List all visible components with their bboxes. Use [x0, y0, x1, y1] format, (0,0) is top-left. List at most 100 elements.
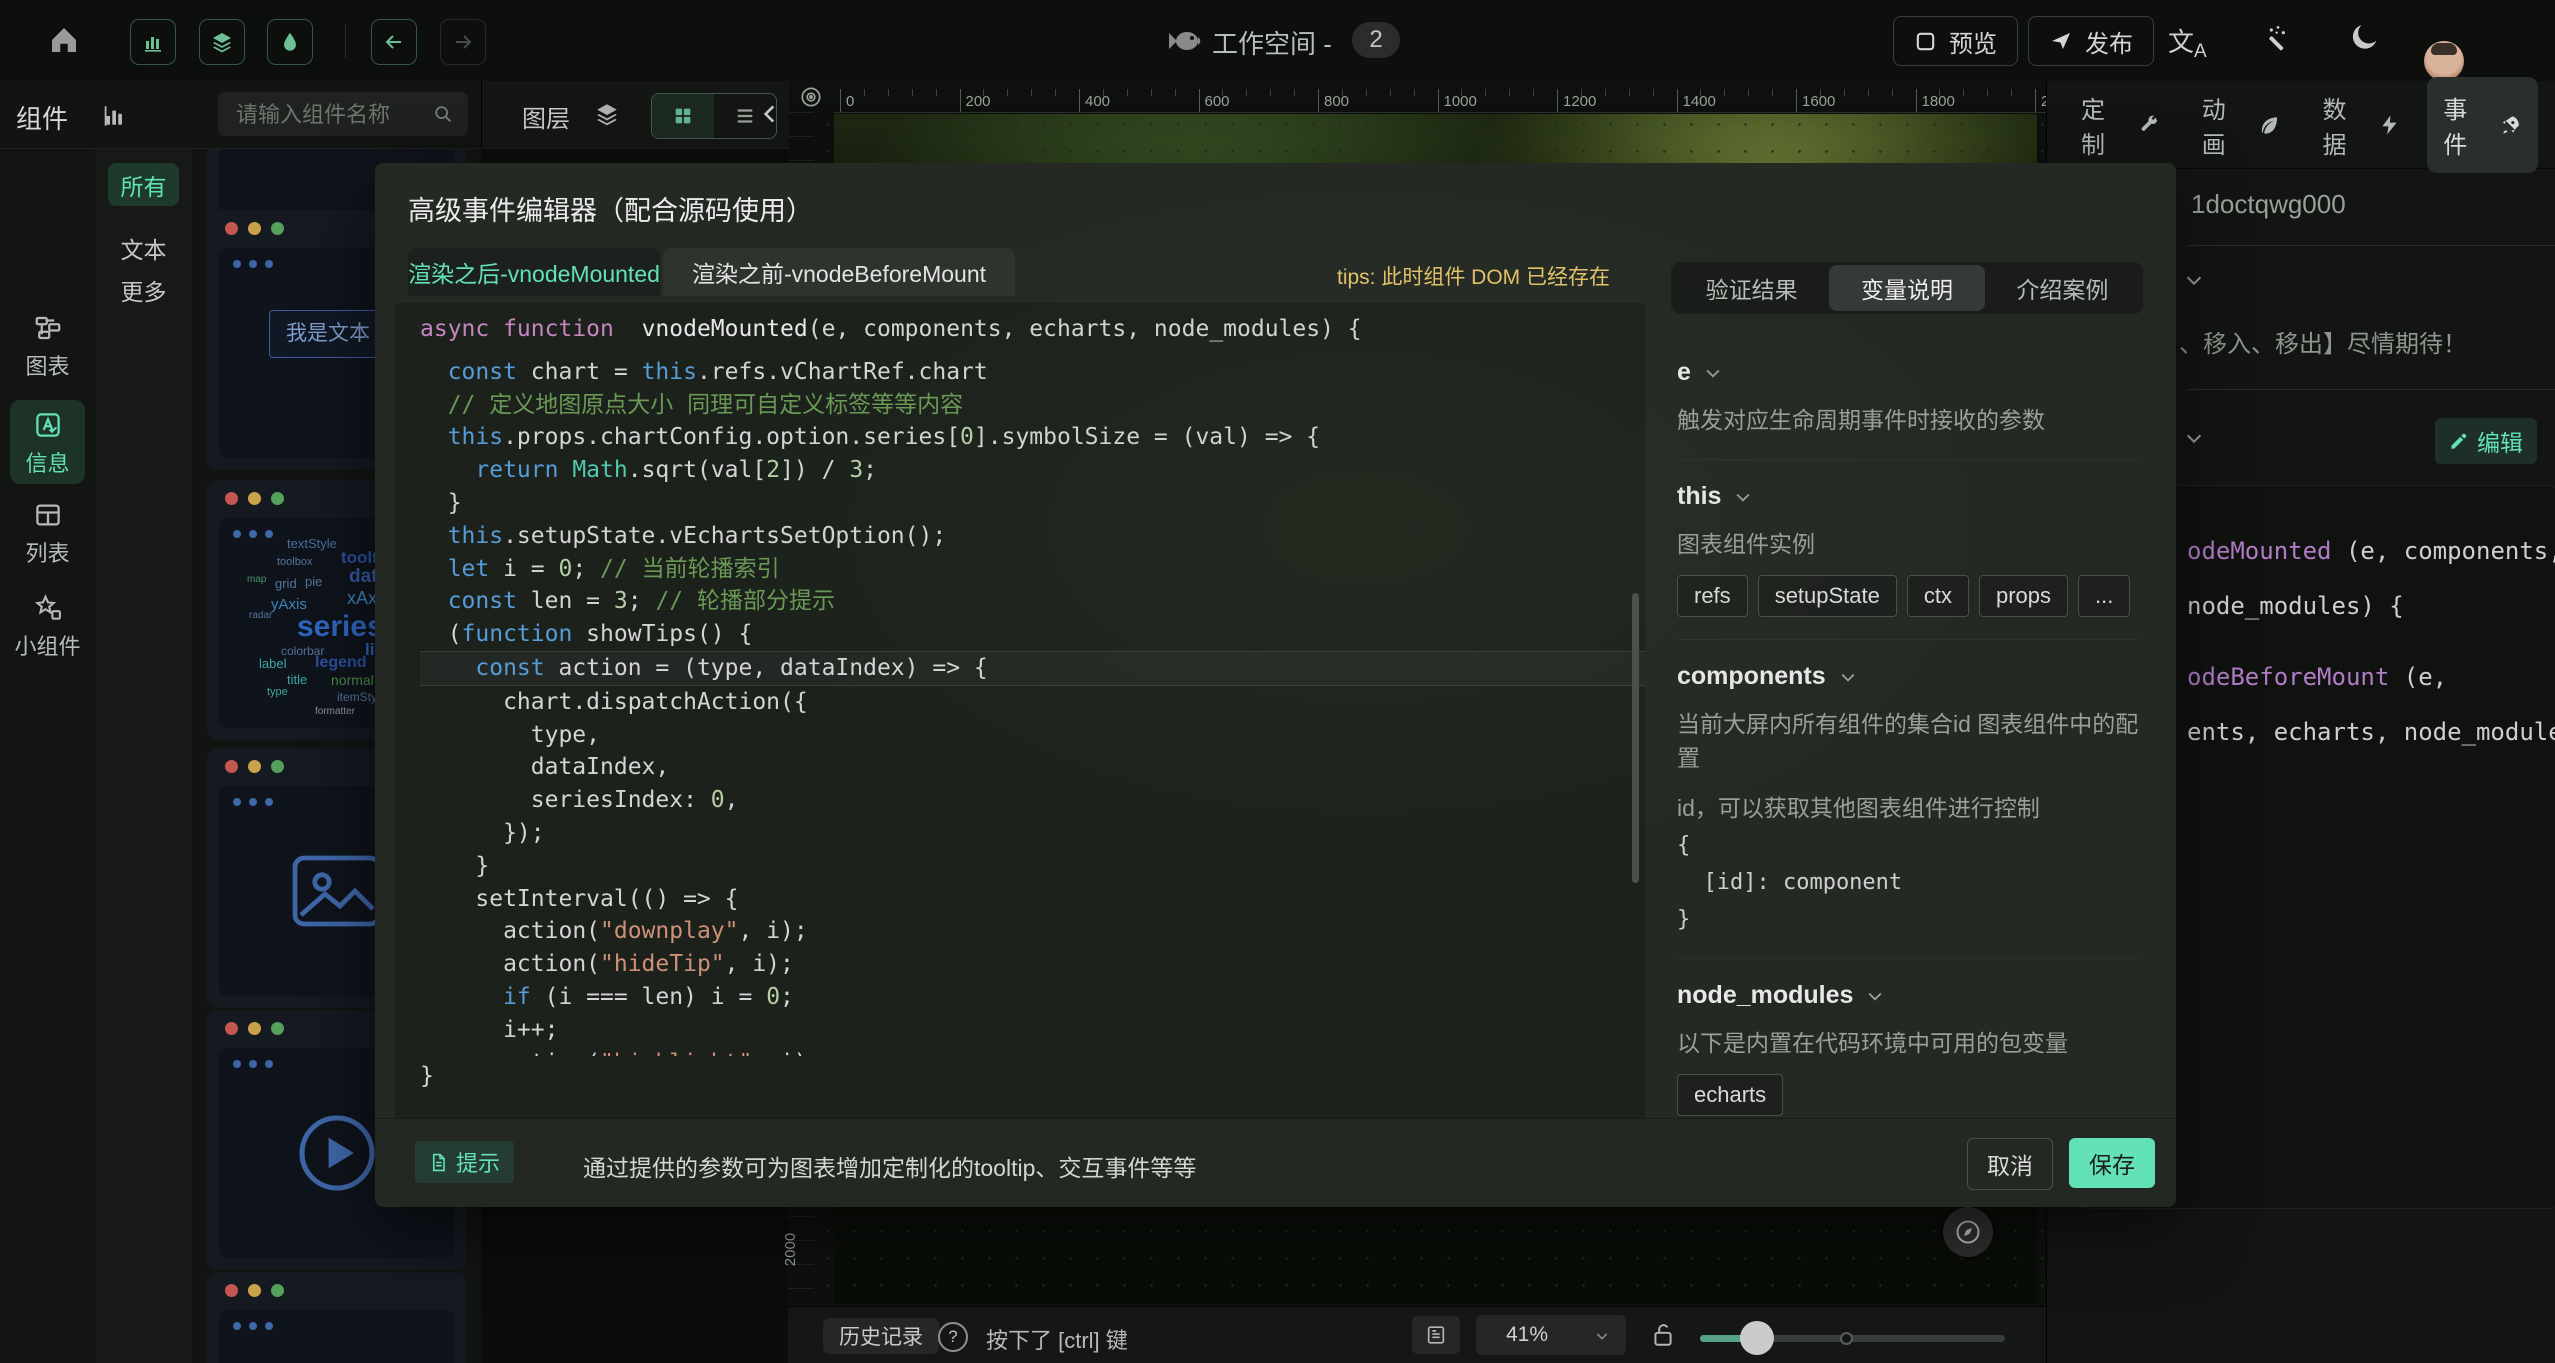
publish-button[interactable]: 发布: [2028, 16, 2154, 66]
category-submenu: 所有 文本 更多: [95, 148, 192, 1363]
section-description: 以下是内置在代码环境中可用的包变量: [1677, 1026, 2139, 1060]
grid-icon: [672, 105, 694, 127]
language-icon[interactable]: 文A: [2168, 22, 2207, 59]
code-header-line: async function vnodeMounted(e, component…: [395, 303, 1645, 346]
avatar[interactable]: [2424, 41, 2464, 81]
variable-tag[interactable]: ctx: [1907, 575, 1969, 617]
section-code: [id]: component: [1677, 866, 2139, 899]
tab-variable-description[interactable]: 变量说明: [1829, 265, 1984, 311]
rail-label: 列表: [0, 536, 95, 568]
status-bar: 历史记录 ? 按下了 [ctrl] 键 41%: [788, 1306, 2046, 1363]
divider: [2187, 389, 2555, 390]
widget-star-icon: [33, 593, 63, 623]
variable-tag[interactable]: props: [1979, 575, 2068, 617]
rail-label: 小组件: [0, 629, 95, 661]
component-id: 1doctqwg000: [2191, 189, 2346, 220]
wordcloud-word: radar: [249, 610, 272, 621]
window-dots-icon: [225, 760, 284, 773]
layers-icon: [210, 30, 234, 54]
save-button[interactable]: 保存: [2069, 1138, 2155, 1188]
rail-item-charts[interactable]: 图表: [0, 313, 95, 381]
chart-tool-button[interactable]: [130, 19, 176, 65]
zoom-value: 41%: [1506, 1323, 1548, 1347]
code-body[interactable]: const chart = this.refs.vChartRef.chart/…: [420, 356, 1645, 1056]
redo-button[interactable]: [440, 19, 486, 65]
compass-icon: [1954, 1218, 1982, 1246]
variable-tag[interactable]: refs: [1677, 575, 1748, 617]
tab-validation-result[interactable]: 验证结果: [1674, 265, 1829, 311]
sitemap-icon: [33, 313, 63, 343]
tab-events[interactable]: 事件: [2427, 77, 2538, 173]
section-header[interactable]: this: [1677, 482, 2139, 511]
mini-dots-icon: [233, 260, 273, 268]
tab-vnode-mounted[interactable]: 渲染之后-vnodeMounted: [408, 248, 660, 296]
theme-tool-button[interactable]: [267, 19, 313, 65]
ruler-origin-icon[interactable]: [788, 81, 834, 112]
search-input[interactable]: [234, 92, 428, 138]
rail-item-info[interactable]: 信息: [0, 410, 95, 478]
layers-small-icon: [594, 101, 620, 127]
undo-button[interactable]: [371, 19, 417, 65]
layers-tool-button[interactable]: [199, 19, 245, 65]
submenu-item-all[interactable]: 所有: [108, 163, 179, 206]
grid-view-button[interactable]: [652, 94, 714, 138]
help-icon[interactable]: ?: [938, 1322, 968, 1352]
zoom-slider[interactable]: [1700, 1335, 2005, 1342]
chevron-down-icon[interactable]: [2183, 427, 2205, 449]
variable-tag[interactable]: setupState: [1758, 575, 1897, 617]
key-hint-text: 按下了 [ctrl] 键: [986, 1323, 1128, 1355]
wordcloud-word: toolbox: [277, 556, 312, 568]
submenu-item-text[interactable]: 文本: [108, 226, 179, 269]
tab-data[interactable]: 数据: [2307, 77, 2418, 173]
pencil-icon: [2449, 431, 2469, 451]
editor-scrollbar[interactable]: [1632, 593, 1639, 883]
preview-button[interactable]: 预览: [1893, 16, 2018, 66]
workspace-count-badge[interactable]: 2: [1352, 22, 1400, 58]
slider-handle[interactable]: [1740, 1321, 1774, 1355]
cancel-button[interactable]: 取消: [1967, 1138, 2053, 1190]
wordcloud-word: series: [297, 610, 384, 644]
zoom-select[interactable]: 41%: [1476, 1315, 1626, 1355]
rail-item-widgets[interactable]: 小组件: [0, 593, 95, 661]
tab-animation[interactable]: 动画: [2186, 77, 2297, 173]
tab-vnode-before-mount[interactable]: 渲染之前-vnodeBeforeMount: [663, 248, 1015, 296]
home-icon[interactable]: [46, 22, 82, 58]
code-editor[interactable]: async function vnodeMounted(e, component…: [395, 303, 1645, 1133]
modal-footer: 提示 通过提供的参数可为图表增加定制化的tooltip、交互事件等等 取消 保存: [375, 1118, 2176, 1207]
slider-midpoint: [1840, 1332, 1853, 1345]
variable-tag[interactable]: echarts: [1677, 1074, 1783, 1116]
compass-button[interactable]: [1943, 1207, 1993, 1257]
video-play-icon: [295, 1111, 379, 1195]
rocket-icon: [2499, 113, 2522, 137]
section-header[interactable]: components: [1677, 662, 2139, 691]
docs-panel: 验证结果 变量说明 介绍案例 e触发对应生命周期事件时接收的参数this图表组件…: [1663, 250, 2155, 1130]
window-dots-icon: [225, 492, 284, 505]
section-code: {: [1677, 829, 2139, 862]
tab-customize[interactable]: 定制: [2065, 77, 2176, 173]
variable-tag[interactable]: ...: [2078, 575, 2130, 617]
workspace-title: 工作空间 -: [1212, 24, 1332, 61]
edit-label: 编辑: [2477, 424, 2523, 458]
section-header[interactable]: e: [1677, 358, 2139, 387]
submenu-item-more[interactable]: 更多: [108, 268, 179, 311]
collapse-panel-icon[interactable]: [757, 101, 783, 127]
tip-badge-label: 提示: [456, 1146, 500, 1178]
tab-intro-examples[interactable]: 介绍案例: [1985, 265, 2140, 311]
droplet-icon: [279, 31, 301, 53]
search-icon: [432, 103, 454, 125]
section-header[interactable]: node_modules: [1677, 981, 2139, 1010]
history-button[interactable]: 历史记录: [823, 1318, 939, 1354]
moon-icon[interactable]: [2348, 20, 2382, 54]
magic-wand-icon[interactable]: [2262, 22, 2294, 54]
section-description: 触发对应生命周期事件时接收的参数: [1677, 403, 2139, 437]
component-card-border[interactable]: [207, 1272, 466, 1363]
chevron-down-icon: [1594, 1328, 1610, 1344]
chevron-down-icon[interactable]: [2183, 269, 2205, 291]
divider: [1677, 639, 2139, 640]
lock-open-icon[interactable]: [1650, 1320, 1676, 1350]
edit-code-button[interactable]: 编辑: [2435, 418, 2537, 464]
image-icon: [289, 852, 385, 930]
divider: [2187, 245, 2555, 246]
rail-item-list[interactable]: 列表: [0, 500, 95, 568]
shortcut-panel-button[interactable]: [1412, 1316, 1460, 1354]
